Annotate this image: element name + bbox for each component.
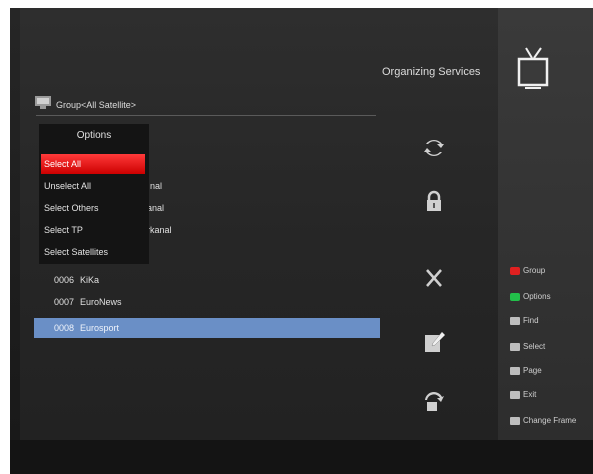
option-select-all[interactable]: Select All (41, 154, 145, 174)
legend-label: Find (523, 316, 539, 325)
channel-name: rkanal (147, 225, 172, 235)
page-key-icon (510, 366, 520, 375)
option-select-satellites[interactable]: Select Satellites (41, 242, 145, 262)
change-frame-key-icon (510, 416, 520, 425)
legend-label: Exit (523, 390, 537, 399)
channel-name: EuroNews (80, 297, 122, 307)
find-key-icon (510, 316, 520, 325)
tv-icon (517, 47, 549, 89)
legend-page: Page (510, 366, 542, 375)
channel-number: 0007 (53, 297, 74, 307)
group-header[interactable]: Group<All Satellite> (34, 94, 136, 110)
exit-key-icon (510, 390, 520, 399)
option-select-tp[interactable]: Select TP (41, 220, 145, 240)
legend-find: Find (510, 316, 539, 325)
channel-row[interactable]: 0007 EuroNews (34, 292, 380, 312)
channel-number: 0008 (53, 323, 74, 333)
channel-name: nal (150, 181, 163, 191)
green-key-icon (510, 292, 520, 301)
satellite-icon (35, 96, 51, 109)
tv-screen: Organizing Services Group<All Satellite>… (10, 8, 593, 474)
header-divider (36, 115, 376, 116)
legend-group: Group (510, 266, 545, 275)
legend-change-frame: Change Frame (510, 416, 576, 425)
options-popup: Options Select All Unselect All Select O… (39, 124, 149, 264)
legend-label: Change Frame (523, 416, 577, 425)
channel-row-selected[interactable]: 0008 Eurosport (34, 318, 380, 338)
group-label: Group<All Satellite> (56, 100, 137, 110)
channel-row[interactable]: 0006 KiKa (34, 270, 380, 290)
lock-icon[interactable] (422, 189, 446, 213)
legend-label: Group (523, 266, 546, 275)
legend-label: Options (523, 292, 551, 301)
option-select-others[interactable]: Select Others (41, 198, 145, 218)
rename-icon[interactable] (422, 330, 446, 354)
legend-label: Select (523, 342, 546, 351)
page-title: Organizing Services (382, 66, 481, 78)
red-key-icon (510, 266, 520, 275)
legend-select: Select (510, 342, 545, 351)
legend-label: Page (523, 366, 542, 375)
legend-options: Options (510, 292, 551, 301)
bottom-bar (10, 440, 593, 474)
move-icon[interactable] (422, 136, 446, 160)
channel-number: 0006 (53, 275, 74, 285)
channel-name: anal (147, 203, 165, 213)
channel-name: KiKa (80, 275, 100, 285)
legend-exit: Exit (510, 390, 536, 399)
option-unselect-all[interactable]: Unselect All (41, 176, 145, 196)
delete-icon[interactable] (422, 266, 446, 290)
select-key-icon (510, 342, 520, 351)
channel-name: Eurosport (80, 323, 120, 333)
sort-icon[interactable] (422, 390, 446, 414)
options-title: Options (76, 130, 112, 141)
